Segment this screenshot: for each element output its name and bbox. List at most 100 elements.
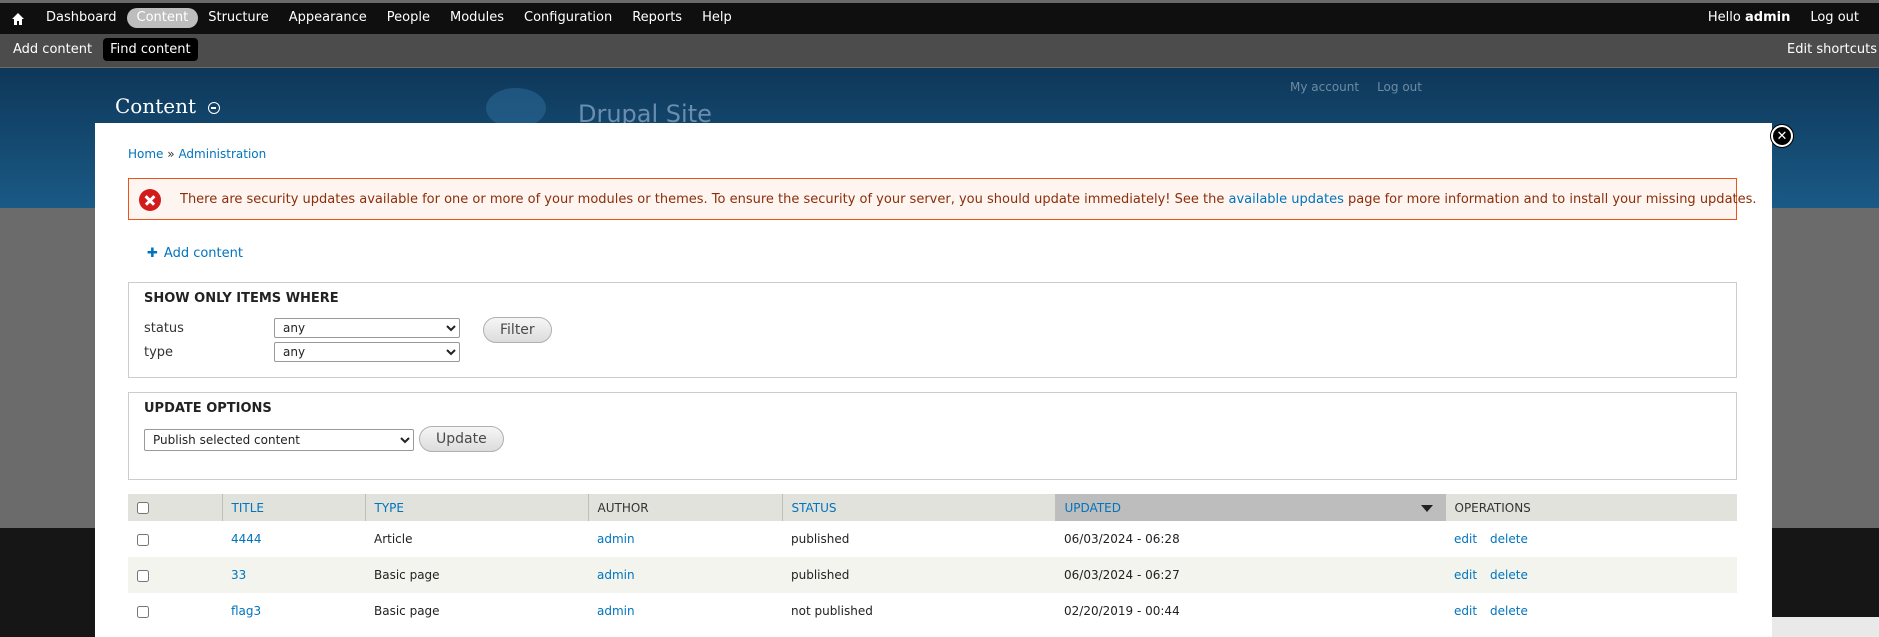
updated-cell: 06/03/2024 - 06:28 — [1055, 521, 1445, 557]
toolbar-item-appearance[interactable]: Appearance — [279, 8, 377, 28]
remove-shortcut-icon[interactable] — [208, 102, 221, 114]
available-updates-link[interactable]: available updates — [1228, 192, 1343, 207]
toolbar-item-people[interactable]: People — [377, 8, 440, 28]
title-link[interactable]: flag3 — [231, 604, 261, 618]
status-filter-row: status any — [144, 318, 460, 338]
status-cell: published — [782, 557, 1055, 593]
content-table: TITLE TYPE AUTHOR STATUS UPDATED OPERATI… — [128, 494, 1737, 629]
toolbar-item-structure[interactable]: Structure — [198, 8, 278, 28]
operation-select[interactable]: Publish selected content — [144, 429, 414, 451]
delete-link[interactable]: delete — [1490, 568, 1528, 582]
edit-link[interactable]: edit — [1454, 568, 1477, 582]
add-content-link[interactable]: Add content — [164, 246, 243, 261]
status-select[interactable]: any — [274, 318, 460, 338]
shortcut-add-content[interactable]: Add content — [6, 38, 99, 61]
site-logout-link: Log out — [1377, 80, 1422, 94]
type-sort-link[interactable]: TYPE — [375, 501, 404, 515]
overlay-title-bar: Content — [115, 94, 221, 118]
table-row: 4444 Article admin published 06/03/2024 … — [128, 521, 1737, 557]
table-header-row: TITLE TYPE AUTHOR STATUS UPDATED OPERATI… — [128, 494, 1737, 521]
update-button[interactable]: Update — [419, 426, 504, 452]
delete-link[interactable]: delete — [1490, 532, 1528, 546]
title-cell: 33 — [222, 557, 365, 593]
edit-shortcuts-link[interactable]: Edit shortcuts — [1787, 42, 1877, 57]
username: admin — [1745, 10, 1791, 25]
toolbar-item-modules[interactable]: Modules — [440, 8, 514, 28]
sort-descending-icon[interactable] — [1420, 505, 1433, 512]
plus-icon: ✚ — [147, 246, 158, 261]
updated-cell: 06/03/2024 - 06:27 — [1055, 557, 1445, 593]
breadcrumb-home[interactable]: Home — [128, 147, 163, 161]
shortcut-items: Add content Find content — [6, 38, 198, 61]
home-icon[interactable] — [9, 10, 27, 28]
type-cell: Basic page — [365, 557, 588, 593]
breadcrumb-administration[interactable]: Administration — [178, 147, 266, 161]
select-all-header — [128, 494, 222, 521]
status-label: status — [144, 320, 184, 336]
filter-button[interactable]: Filter — [483, 317, 552, 343]
breadcrumb-separator: » — [167, 147, 175, 161]
title-link[interactable]: 4444 — [231, 532, 262, 546]
update-legend: UPDATE OPTIONS — [144, 401, 272, 416]
row-select-cell — [128, 521, 222, 557]
error-message-text: There are security updates available for… — [180, 192, 1757, 207]
select-all-checkbox[interactable] — [137, 502, 149, 514]
author-link[interactable]: admin — [597, 568, 635, 582]
updated-sort-link[interactable]: UPDATED — [1065, 501, 1121, 515]
operations-cell: edit delete — [1445, 593, 1737, 629]
admin-menu: Dashboard Content Structure Appearance P… — [36, 8, 742, 28]
error-icon — [139, 189, 161, 211]
update-operation-row: Publish selected content — [144, 429, 414, 451]
operations-header: OPERATIONS — [1444, 494, 1737, 521]
shortcuts-bar: Add content Find content Edit shortcuts — [0, 34, 1879, 68]
operations-cell: edit delete — [1445, 521, 1737, 557]
row-checkbox[interactable] — [137, 533, 149, 546]
edit-link[interactable]: edit — [1454, 532, 1477, 546]
row-select-cell — [128, 593, 222, 629]
title-cell: flag3 — [222, 593, 365, 629]
author-cell: admin — [588, 521, 782, 557]
status-sort-link[interactable]: STATUS — [792, 501, 837, 515]
shortcut-find-content[interactable]: Find content — [103, 38, 198, 61]
toolbar-item-help[interactable]: Help — [692, 8, 742, 28]
title-sort-link[interactable]: TITLE — [232, 501, 264, 515]
status-header: STATUS — [781, 494, 1055, 521]
delete-link[interactable]: delete — [1490, 604, 1528, 618]
title-header: TITLE — [221, 494, 365, 521]
logout-link[interactable]: Log out — [1810, 10, 1859, 25]
toolbar-item-content[interactable]: Content — [126, 8, 199, 28]
row-checkbox[interactable] — [137, 569, 149, 582]
error-message: There are security updates available for… — [128, 178, 1757, 220]
toolbar-item-dashboard[interactable]: Dashboard — [36, 8, 127, 28]
close-icon[interactable]: ✕ — [1771, 125, 1793, 147]
author-link[interactable]: admin — [597, 604, 635, 618]
user-greeting[interactable]: Hello admin — [1708, 10, 1790, 25]
author-cell: admin — [588, 593, 782, 629]
admin-toolbar: Dashboard Content Structure Appearance P… — [0, 0, 1879, 34]
toolbar-item-reports[interactable]: Reports — [622, 8, 692, 28]
title-cell: 4444 — [222, 521, 365, 557]
title-link[interactable]: 33 — [231, 568, 246, 582]
type-select[interactable]: any — [274, 342, 460, 362]
site-secondary-menu: My account Log out — [1290, 80, 1422, 94]
row-checkbox[interactable] — [137, 605, 149, 618]
filter-legend: SHOW ONLY ITEMS WHERE — [144, 291, 339, 306]
message-text-before: There are security updates available for… — [180, 192, 1229, 207]
type-label: type — [144, 344, 174, 360]
row-select-cell — [128, 557, 222, 593]
filter-fieldset: SHOW ONLY ITEMS WHERE status any type an… — [128, 282, 1737, 378]
status-cell: not published — [782, 593, 1055, 629]
hello-text: Hello — [1707, 10, 1741, 25]
page-title: Content — [115, 94, 197, 118]
breadcrumb: Home » Administration — [128, 147, 266, 161]
my-account-link: My account — [1290, 80, 1360, 94]
type-cell: Basic page — [365, 593, 588, 629]
add-content-action: ✚ Add content — [147, 246, 243, 261]
updated-header: UPDATED — [1054, 494, 1445, 521]
toolbar-item-configuration[interactable]: Configuration — [514, 8, 622, 28]
edit-link[interactable]: edit — [1454, 604, 1477, 618]
author-cell: admin — [588, 557, 782, 593]
type-cell: Article — [365, 521, 588, 557]
author-header: AUTHOR — [587, 494, 782, 521]
author-link[interactable]: admin — [597, 532, 635, 546]
